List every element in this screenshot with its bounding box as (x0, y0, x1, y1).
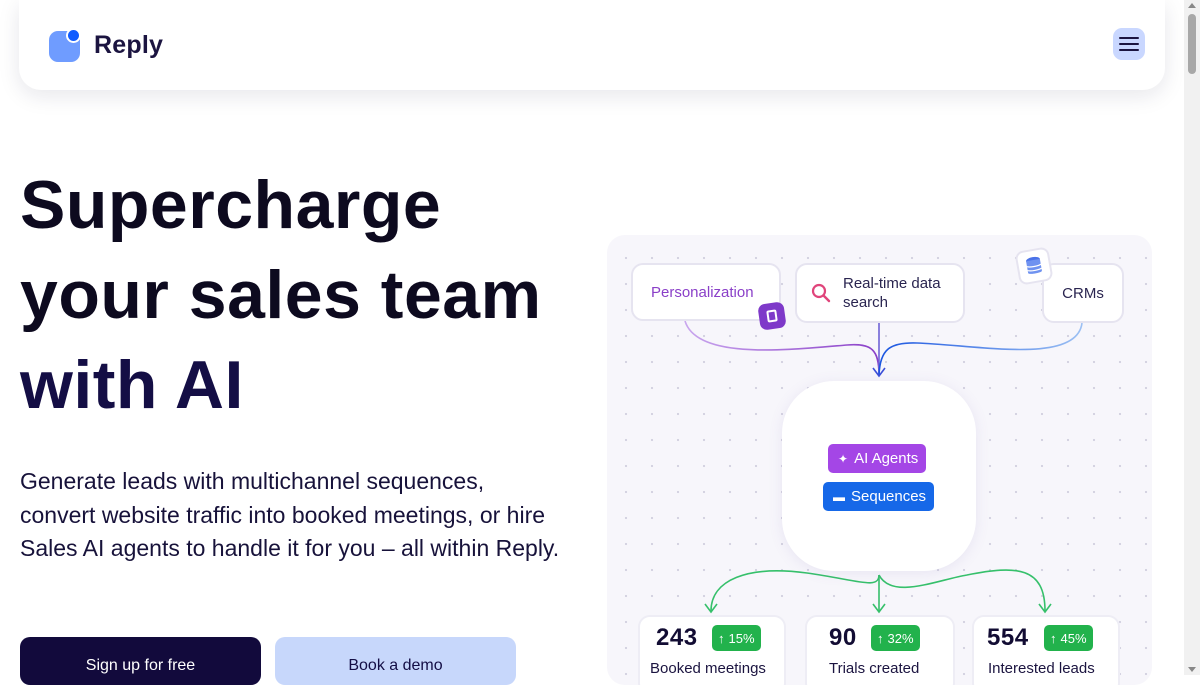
sequences-tag: ▬ Sequences (823, 482, 935, 511)
crms-label: CRMs (1062, 284, 1104, 302)
stat-value: 90 (829, 624, 857, 651)
reply-core-card: ✦ AI Agents ▬ Sequences (782, 381, 976, 571)
book-demo-button[interactable]: Book a demo (275, 637, 516, 685)
ai-agents-tag: ✦ AI Agents (828, 444, 927, 473)
crms-chip: CRMs (1042, 263, 1124, 323)
page-scrollbar[interactable] (1184, 0, 1200, 675)
stat-change: 15% (728, 630, 755, 646)
hero-subtitle: Generate leads with multichannel sequenc… (20, 468, 560, 561)
stat-change-badge: ↑ 45% (1044, 625, 1093, 651)
scrollbar-thumb[interactable] (1188, 14, 1196, 74)
stat-label: Trials created (829, 660, 920, 677)
site-header: Reply (19, 0, 1165, 90)
realtime-search-chip: Real-time data search (795, 263, 965, 323)
hero-title: Supercharge your sales team with AI (20, 160, 542, 430)
hamburger-menu-icon[interactable] (1113, 28, 1145, 60)
sign-up-button[interactable]: Sign up for free (20, 637, 261, 685)
arrow-up-icon: ↑ (877, 630, 884, 646)
stat-change-badge: ↑ 15% (712, 625, 761, 651)
stat-label: Booked meetings (650, 660, 766, 677)
sparkle-icon: ✦ (838, 451, 849, 466)
stat-change: 32% (887, 630, 914, 646)
scroll-down-arrow-icon[interactable] (1188, 667, 1196, 672)
stat-value: 243 (656, 624, 698, 651)
ai-flow-illustration: Personalization Real-time data search CR… (607, 235, 1152, 685)
arrow-up-icon: ↑ (718, 630, 725, 646)
stat-change: 45% (1060, 630, 1087, 646)
stat-change-badge: ↑ 32% (871, 625, 920, 651)
sequences-label: Sequences (851, 488, 927, 505)
arrow-up-icon: ↑ (1050, 630, 1057, 646)
search-icon (811, 283, 831, 303)
stat-value: 554 (987, 624, 1029, 651)
hero-title-line-2: your sales team (20, 257, 542, 333)
ai-agents-label: AI Agents (854, 450, 919, 467)
logo-text: Reply (94, 30, 164, 59)
realtime-label-line-1: Real-time data (843, 275, 941, 292)
stat-label: Interested leads (988, 660, 1095, 677)
scroll-up-arrow-icon[interactable] (1188, 3, 1196, 8)
contact-card-icon (757, 301, 787, 331)
reply-logo-icon (49, 28, 81, 62)
hero-title-line-3: with AI (20, 347, 244, 423)
reply-logo[interactable]: Reply (49, 27, 169, 63)
hero-title-line-1: Supercharge (20, 167, 442, 243)
realtime-label-line-2: search (843, 294, 889, 311)
personalization-label: Personalization (651, 283, 754, 301)
stack-icon: ▬ (833, 489, 845, 504)
database-icon (1014, 246, 1054, 286)
